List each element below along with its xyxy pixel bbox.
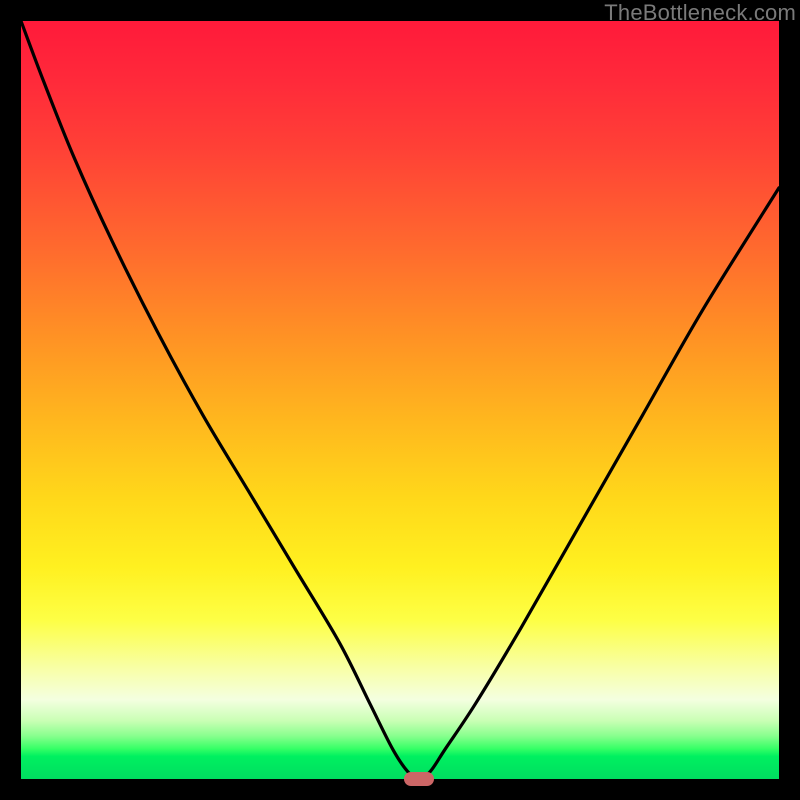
curve-svg bbox=[21, 21, 779, 779]
bottleneck-curve bbox=[21, 21, 779, 779]
plot-area bbox=[21, 21, 779, 779]
chart-frame: TheBottleneck.com bbox=[0, 0, 800, 800]
watermark-text: TheBottleneck.com bbox=[604, 0, 796, 26]
minimum-marker bbox=[404, 772, 434, 786]
